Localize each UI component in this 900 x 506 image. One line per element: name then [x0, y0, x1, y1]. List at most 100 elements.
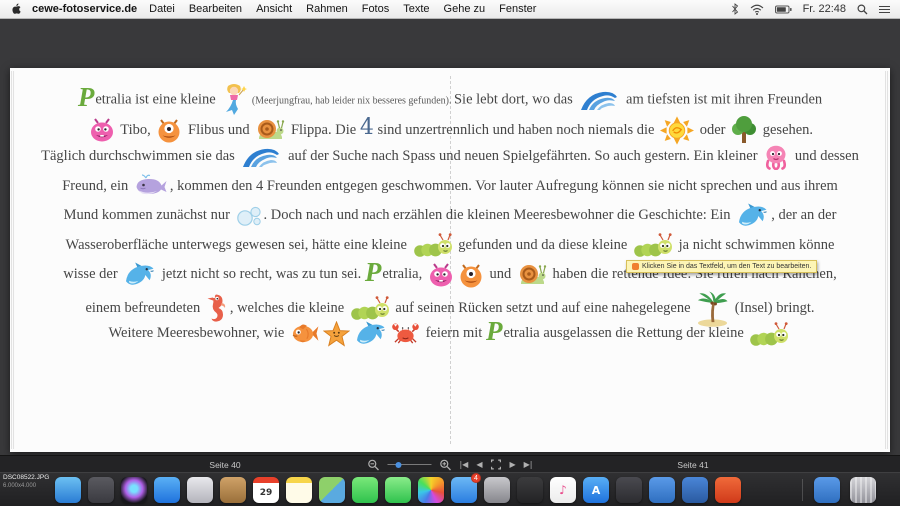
- previous-page-button[interactable]: ◀: [476, 456, 482, 473]
- zoom-slider[interactable]: [387, 464, 431, 465]
- caterpillar-icon[interactable]: [749, 321, 789, 347]
- crab-icon[interactable]: [391, 322, 420, 345]
- active-app-menu[interactable]: cewe-fotoservice.de: [32, 3, 137, 15]
- next-page-button[interactable]: ▶: [510, 456, 516, 473]
- monster-pink-icon[interactable]: [428, 262, 454, 288]
- story-segment: 4: [360, 115, 374, 140]
- menu-bearbeiten[interactable]: Bearbeiten: [189, 3, 242, 15]
- info-icon: [632, 263, 639, 270]
- zoom-out-icon[interactable]: [367, 459, 379, 471]
- story-segment: feiern mit: [422, 325, 486, 341]
- caterpillar-icon[interactable]: [413, 232, 453, 258]
- story-segment: wisse der: [63, 266, 121, 282]
- menu-texte[interactable]: Texte: [403, 3, 429, 15]
- monster-orange-icon[interactable]: [458, 262, 484, 288]
- dolphin-icon[interactable]: [123, 261, 156, 288]
- calendar-dock-icon[interactable]: 29: [253, 477, 279, 503]
- fish-icon[interactable]: [290, 322, 319, 345]
- first-page-button[interactable]: |◀: [459, 456, 468, 473]
- finder-dock-icon[interactable]: [55, 477, 81, 503]
- story-segment: gefunden und da diese kleine: [455, 237, 631, 253]
- photos-dock-icon[interactable]: [418, 477, 444, 503]
- menu-ansicht[interactable]: Ansicht: [256, 3, 292, 15]
- facetime-dock-icon[interactable]: [385, 477, 411, 503]
- caterpillar-icon[interactable]: [633, 232, 673, 258]
- last-page-button[interactable]: ▶|: [524, 456, 533, 473]
- appstore-dock-icon[interactable]: A: [583, 477, 609, 503]
- menu-fotos[interactable]: Fotos: [362, 3, 390, 15]
- menu-datei[interactable]: Datei: [149, 3, 175, 15]
- dock: 29 4 ♪ A: [0, 472, 900, 506]
- wifi-icon[interactable]: [750, 4, 764, 15]
- story-segment: auf der Suche nach Spass und neuen Spiel…: [284, 148, 761, 164]
- dolphin-icon[interactable]: [354, 320, 387, 347]
- fit-page-icon[interactable]: [491, 459, 502, 470]
- zoom-in-icon[interactable]: [439, 459, 451, 471]
- notification-center-icon[interactable]: [879, 5, 890, 14]
- maps-dock-icon[interactable]: [319, 477, 345, 503]
- archive-dock-icon[interactable]: [220, 477, 246, 503]
- snail-icon[interactable]: [255, 117, 285, 143]
- story-segment: am tiefsten ist mit ihren Freunden: [622, 91, 822, 107]
- sun-icon[interactable]: [660, 116, 694, 145]
- itunes-dock-icon[interactable]: ♪: [550, 477, 576, 503]
- initial-letter: P: [365, 257, 382, 287]
- settings-dock-icon[interactable]: [484, 477, 510, 503]
- messages-dock-icon[interactable]: [352, 477, 378, 503]
- initial-letter: P: [78, 82, 95, 112]
- mermaid-icon[interactable]: [221, 83, 247, 117]
- story-segment: , kommen den 4 Freunden entgegen geschwo…: [170, 178, 838, 194]
- activity-dock-icon[interactable]: [517, 477, 543, 503]
- photobook-spread[interactable]: Petralia ist eine kleine (Meerjungfrau, …: [10, 68, 890, 452]
- story-segment: und dessen: [791, 148, 859, 164]
- notes-dock-icon[interactable]: [286, 477, 312, 503]
- story-text[interactable]: Petralia ist eine kleine (Meerjungfrau, …: [24, 83, 876, 349]
- story-segment: etralia ausgelassen die Rettung der klei…: [503, 325, 747, 341]
- bluetooth-icon[interactable]: [731, 3, 739, 15]
- tree-icon[interactable]: [731, 115, 757, 145]
- downloads-dock-icon[interactable]: [814, 477, 840, 503]
- whale-icon[interactable]: [134, 174, 168, 198]
- monster-pink-icon[interactable]: [89, 117, 115, 143]
- apple-menu-icon[interactable]: [10, 2, 22, 16]
- story-segment: Weitere Meeresbewohner, wie: [109, 325, 288, 341]
- battery-icon[interactable]: [775, 5, 792, 14]
- menu-rahmen[interactable]: Rahmen: [306, 3, 348, 15]
- safari-dock-icon[interactable]: [154, 477, 180, 503]
- zoom-slider-handle[interactable]: [395, 462, 401, 468]
- wave-icon[interactable]: [240, 145, 282, 169]
- cewe-dock-icon[interactable]: [715, 477, 741, 503]
- starfish-icon[interactable]: [323, 321, 350, 347]
- caterpillar-icon[interactable]: [350, 295, 390, 321]
- itunes-label: ♪: [550, 477, 576, 503]
- app-screen: cewe-fotoservice.de Datei Bearbeiten Ansic…: [0, 0, 900, 506]
- octopus-icon[interactable]: [763, 144, 789, 170]
- siri-dock-icon[interactable]: [121, 477, 147, 503]
- monster-orange-icon[interactable]: [156, 117, 182, 143]
- folder-docs-dock-icon[interactable]: [682, 477, 708, 503]
- mail-dock-icon[interactable]: 4: [451, 477, 477, 503]
- folder-apps-dock-icon[interactable]: [649, 477, 675, 503]
- initial-letter: P: [486, 316, 503, 346]
- story-segment: Sie lebt dort, wo das: [454, 91, 576, 107]
- photo-file-info: DSC08522.JPG 6.000x4.000: [3, 474, 49, 490]
- menubar-clock[interactable]: Fr. 22:48: [803, 3, 846, 15]
- snail-icon[interactable]: [517, 262, 547, 288]
- menu-gehe-zu[interactable]: Gehe zu: [444, 3, 486, 15]
- launchpad-dock-icon[interactable]: [88, 477, 114, 503]
- story-line: Weitere Meeresbewohner, wie feiern mit P…: [24, 319, 876, 349]
- story-segment: , welches die kleine: [230, 299, 348, 315]
- spotlight-icon[interactable]: [857, 4, 868, 15]
- preview-dock-icon[interactable]: [187, 477, 213, 503]
- trash-dock-icon[interactable]: [850, 477, 876, 503]
- bubbles-icon[interactable]: [236, 205, 262, 227]
- menu-fenster[interactable]: Fenster: [499, 3, 536, 15]
- wave-icon[interactable]: [578, 88, 620, 112]
- dolphin-icon[interactable]: [736, 202, 769, 229]
- utilities-dock-icon[interactable]: [616, 477, 642, 503]
- tooltip-text: Klicken Sie in das Textfeld, um den Text…: [642, 263, 811, 270]
- menubar: cewe-fotoservice.de Datei Bearbeiten Ansic…: [0, 0, 900, 19]
- story-segment: (Insel) bringt.: [731, 299, 814, 315]
- editor-workspace: Petralia ist eine kleine (Meerjungfrau, …: [0, 19, 900, 455]
- story-segment: (Meerjungfrau, hab leider nix besseres g…: [249, 95, 454, 106]
